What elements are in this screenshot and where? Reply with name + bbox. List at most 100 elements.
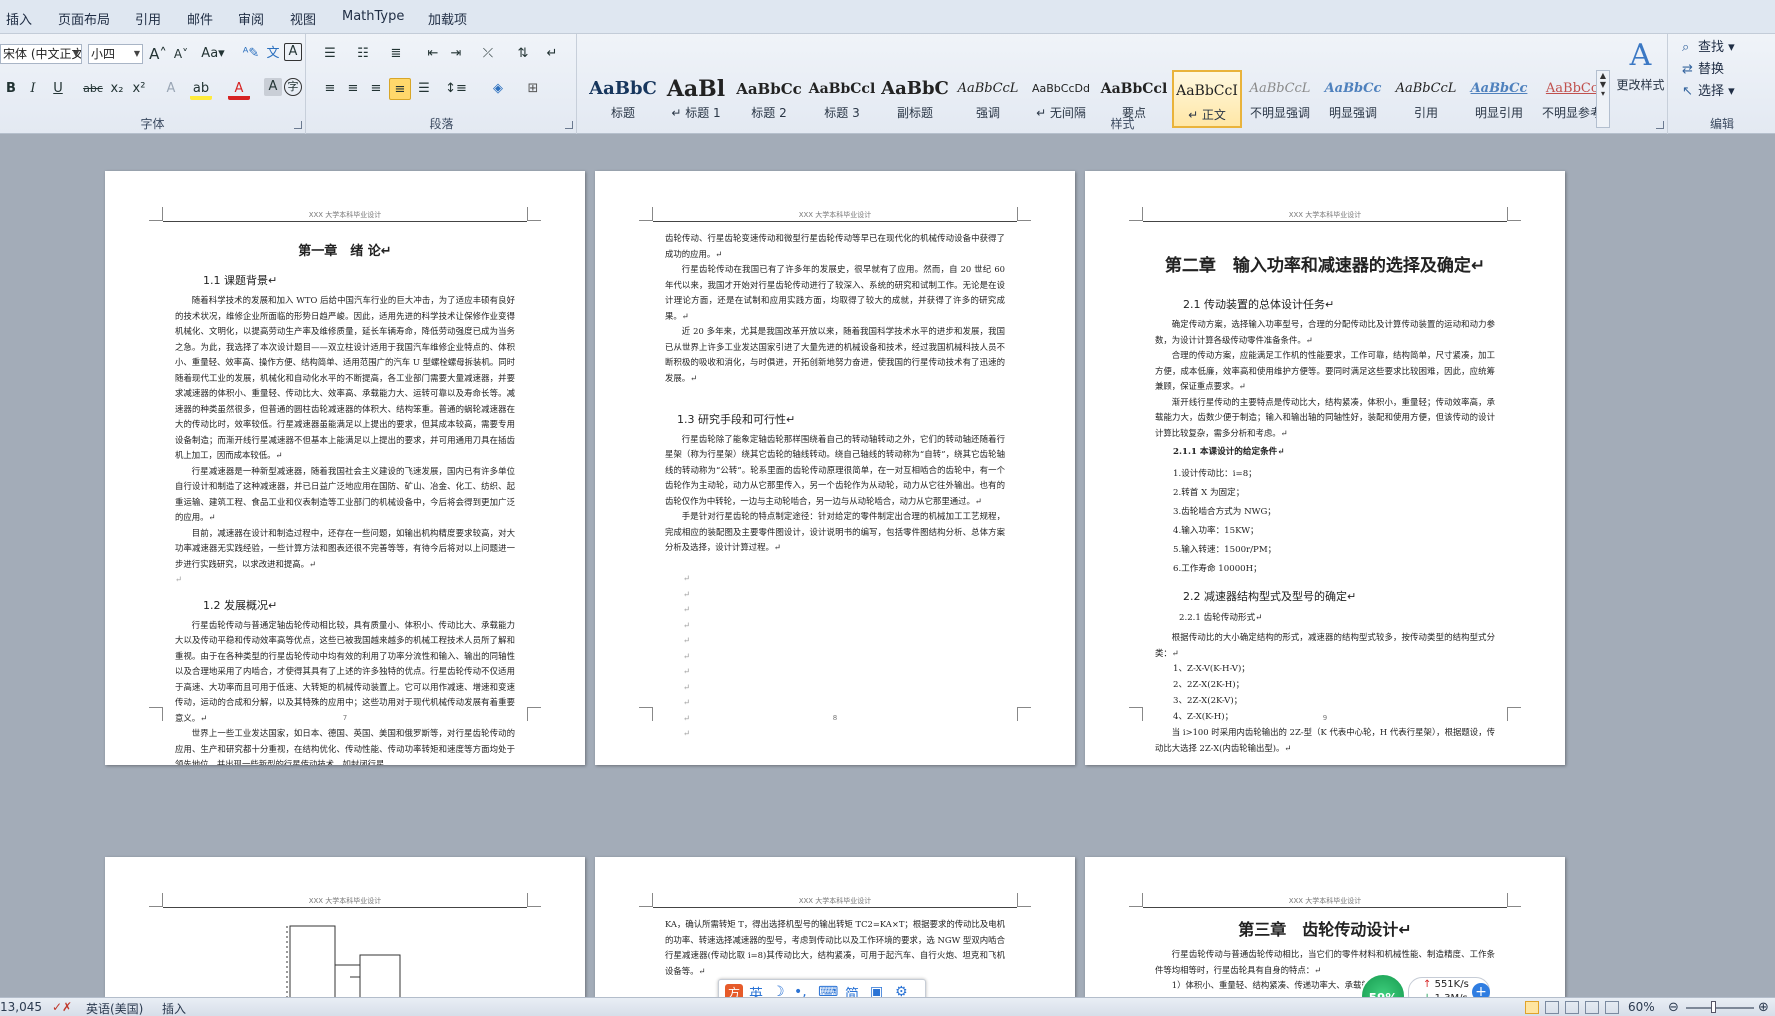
empty-paragraph bbox=[665, 386, 1005, 402]
bullets-icon[interactable]: ☰ bbox=[319, 43, 341, 65]
list-item: 5.输入转速：1500r/PM； bbox=[1173, 544, 1277, 555]
empty-paragraph: ↵ bbox=[683, 681, 691, 692]
bold-button[interactable]: B bbox=[0, 78, 22, 100]
change-case-button[interactable]: Aa▾ bbox=[198, 43, 228, 65]
web-layout-view-icon[interactable] bbox=[1565, 1001, 1579, 1014]
underline-button[interactable]: U bbox=[47, 78, 69, 100]
tab-page-layout[interactable]: 页面布局 bbox=[58, 9, 110, 28]
tab-references[interactable]: 引用 bbox=[135, 9, 161, 28]
decrease-indent-icon[interactable]: ⇤ bbox=[422, 43, 444, 65]
justify-icon[interactable]: ≡ bbox=[389, 78, 411, 100]
language-indicator[interactable]: 英语(美国) bbox=[86, 1000, 143, 1016]
section-heading: 1.1 课题背景↵ bbox=[203, 274, 278, 287]
style-sample: AaBbCcI bbox=[1176, 83, 1238, 99]
dialog-launcher-icon[interactable] bbox=[1656, 121, 1664, 129]
zoom-slider[interactable] bbox=[1686, 1007, 1754, 1009]
page-12[interactable]: XXX 大学本科毕业设计 第三章 齿轮传动设计↵ 行星齿轮传动与普通齿轮传动相比… bbox=[1085, 857, 1565, 997]
zoom-out-icon[interactable]: ⊖ bbox=[1668, 1000, 1679, 1015]
list-item: 1、Z-X-V(K-H-V)； bbox=[1173, 664, 1250, 674]
zoom-level[interactable]: 60% bbox=[1628, 1000, 1655, 1014]
tab-mathtype[interactable]: MathType bbox=[342, 9, 404, 24]
char-border-icon[interactable]: A bbox=[284, 43, 302, 61]
sort-icon[interactable]: ⇅ bbox=[512, 43, 534, 65]
upload-speed-value: 551K/s bbox=[1434, 979, 1469, 990]
font-color-button[interactable]: A bbox=[228, 78, 250, 100]
line-spacing-icon[interactable]: ↕≡ bbox=[445, 78, 467, 100]
paragraph: 齿轮传动、行星齿轮变速传动和微型行星齿轮传动等早已在现代化的机械传动设备中获得了… bbox=[665, 233, 1005, 259]
increase-indent-icon[interactable]: ⇥ bbox=[445, 43, 467, 65]
proofing-icon[interactable]: ✓✗ bbox=[52, 1000, 72, 1014]
zoom-slider-thumb[interactable] bbox=[1711, 1001, 1716, 1013]
strikethrough-button[interactable]: abc bbox=[80, 78, 106, 100]
page-8[interactable]: XXX 大学本科毕业设计 齿轮传动、行星齿轮变速传动和微型行星齿轮传动等早已在现… bbox=[595, 171, 1075, 765]
phonetic-guide-icon[interactable]: 文 bbox=[262, 43, 284, 65]
chinese-layout-icon[interactable]: ⤫ bbox=[477, 43, 499, 65]
font-size-combo[interactable]: 小四 ▼ bbox=[88, 44, 143, 64]
draft-view-icon[interactable] bbox=[1605, 1001, 1619, 1014]
list-item: 6.工作寿命 10000H； bbox=[1173, 563, 1262, 574]
tab-review[interactable]: 审阅 bbox=[238, 9, 264, 28]
paragraph: 行星齿轮除了能象定轴齿轮那样围绕着自己的转动轴转动之外，它们的转动轴还随着行星架… bbox=[665, 433, 1005, 506]
font-name-combo[interactable]: 宋体 (中文正文 ▼ bbox=[0, 44, 82, 64]
page-10[interactable]: XXX 大学本科毕业设计 bbox=[105, 857, 585, 997]
margin-corner bbox=[1017, 207, 1031, 221]
distributed-icon[interactable]: ☰ bbox=[413, 78, 435, 100]
font-name-value: 宋体 (中文正文 bbox=[3, 47, 82, 61]
page-number: 7 bbox=[342, 714, 348, 722]
full-screen-view-icon[interactable] bbox=[1545, 1001, 1559, 1014]
header-rule bbox=[1143, 907, 1507, 908]
empty-paragraph: ↵ bbox=[175, 574, 183, 584]
tab-mailings[interactable]: 邮件 bbox=[187, 9, 213, 28]
styles-group: AaBbC 标题 AaBl ↵ 标题 1 AaBbCc 标题 2 AaBbCcl 标题 … bbox=[578, 34, 1668, 134]
select-button[interactable]: ↖ 选择 ▾ bbox=[1682, 80, 1735, 99]
dialog-launcher-icon[interactable] bbox=[294, 121, 302, 129]
page-11[interactable]: XXX 大学本科毕业设计 KA，确认所需转矩 T，得出选择机型号的输出转矩 TC… bbox=[595, 857, 1075, 997]
enclose-char-icon[interactable]: 字 bbox=[284, 78, 302, 96]
align-right-icon[interactable]: ≡ bbox=[365, 78, 387, 100]
numbering-icon[interactable]: ☷ bbox=[352, 43, 374, 65]
tab-insert[interactable]: 插入 bbox=[6, 9, 32, 28]
text-effects-icon[interactable]: A bbox=[160, 78, 182, 100]
page-body[interactable]: 第一章 绪 论↵ 1.1 课题背景↵ 随着科学技术的发展和加入 WTO 后给中国… bbox=[175, 231, 515, 765]
print-layout-view-icon[interactable] bbox=[1525, 1001, 1539, 1014]
change-styles-button[interactable]: A 更改样式 bbox=[1613, 36, 1668, 93]
document-area[interactable]: XXX 大学本科毕业设计 第一章 绪 论↵ 1.1 课题背景↵ 随着科学技术的发… bbox=[0, 135, 1775, 997]
empty-paragraph: ↵ bbox=[683, 604, 691, 614]
page-9[interactable]: XXX 大学本科毕业设计 第二章 输入功率和减速器的选择及确定↵ 2.1 传动装… bbox=[1085, 171, 1565, 765]
grow-font-button[interactable]: A˄ bbox=[147, 43, 169, 65]
tab-view[interactable]: 视图 bbox=[290, 9, 316, 28]
multilevel-list-icon[interactable]: ≣ bbox=[385, 43, 407, 65]
style-sample: AaBbCcl bbox=[1100, 81, 1168, 97]
italic-button[interactable]: I bbox=[22, 78, 44, 100]
align-center-icon[interactable]: ≡ bbox=[342, 78, 364, 100]
style-sample: AaBbCcL bbox=[1395, 81, 1457, 96]
align-left-icon[interactable]: ≡ bbox=[319, 78, 341, 100]
char-shading-icon[interactable]: A bbox=[264, 78, 282, 96]
superscript-button[interactable]: x² bbox=[128, 78, 150, 100]
find-button[interactable]: ⌕ 查找 ▾ bbox=[1682, 36, 1735, 55]
word-count[interactable]: 13,045 bbox=[0, 1000, 42, 1014]
borders-icon[interactable]: ⊞ bbox=[522, 78, 544, 100]
page-body[interactable]: KA，确认所需转矩 T，得出选择机型号的输出转矩 TC2=KA×T；根据要求的传… bbox=[665, 917, 1005, 979]
font-group: 宋体 (中文正文 ▼ 小四 ▼ A˄ A˅ Aa▾ ᴬ✎ 文 A B I U abc… bbox=[0, 34, 306, 134]
replace-label: 替换 bbox=[1698, 62, 1725, 77]
zoom-in-icon[interactable]: ⊕ bbox=[1758, 1000, 1769, 1015]
empty-paragraph: ↵ bbox=[683, 635, 691, 645]
page-7[interactable]: XXX 大学本科毕业设计 第一章 绪 论↵ 1.1 课题背景↵ 随着科学技术的发… bbox=[105, 171, 585, 765]
replace-button[interactable]: ⇄ 替换 bbox=[1682, 58, 1724, 77]
dialog-launcher-icon[interactable] bbox=[565, 121, 573, 129]
highlight-button[interactable]: ab bbox=[190, 78, 212, 100]
tab-addins[interactable]: 加载项 bbox=[428, 9, 467, 28]
margin-corner bbox=[1507, 893, 1521, 907]
shading-icon[interactable]: ◈ bbox=[487, 78, 509, 100]
shrink-font-button[interactable]: A˅ bbox=[170, 43, 192, 65]
page-body[interactable]: 齿轮传动、行星齿轮变速传动和微型行星齿轮传动等早已在现代化的机械传动设备中获得了… bbox=[665, 231, 1005, 742]
show-marks-icon[interactable]: ↵ bbox=[541, 43, 563, 65]
empty-paragraph: ↵ bbox=[683, 573, 691, 583]
subscript-button[interactable]: x₂ bbox=[106, 78, 128, 100]
insert-mode-indicator[interactable]: 插入 bbox=[162, 1000, 186, 1016]
empty-paragraph: ↵ bbox=[683, 650, 691, 661]
page-body[interactable]: 第二章 输入功率和减速器的选择及确定↵ 2.1 传动装置的总体设计任务↵ 确定传… bbox=[1155, 231, 1495, 756]
clear-format-icon[interactable]: ᴬ✎ bbox=[240, 43, 262, 65]
outline-view-icon[interactable] bbox=[1585, 1001, 1599, 1014]
